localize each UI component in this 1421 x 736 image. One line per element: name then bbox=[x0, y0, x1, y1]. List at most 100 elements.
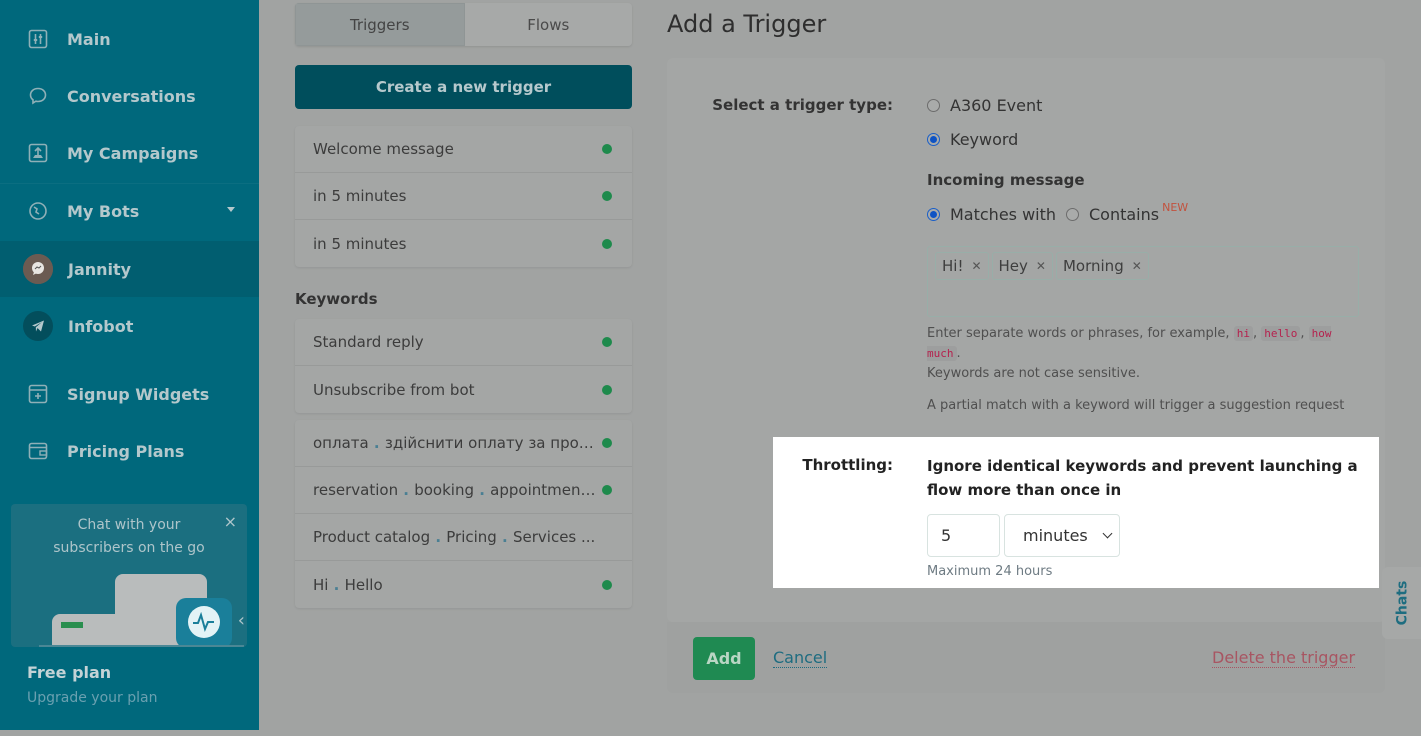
sidebar-item-my-campaigns[interactable]: My Campaigns bbox=[0, 125, 259, 181]
throttling-label: Throttling: bbox=[802, 456, 893, 474]
remove-tag-icon[interactable]: ✕ bbox=[971, 259, 981, 273]
sidebar-item-label: My Bots bbox=[67, 201, 140, 221]
example-code: hello bbox=[1261, 326, 1301, 341]
sidebar-item-main[interactable]: Main bbox=[0, 11, 259, 67]
list-item[interactable]: in 5 minutes bbox=[295, 173, 632, 220]
sidebar-item-pricing-plans[interactable]: Pricing Plans bbox=[0, 423, 259, 479]
radio-button[interactable] bbox=[927, 99, 940, 112]
chat-bubble-icon bbox=[27, 85, 49, 107]
tag-label: Hi! bbox=[942, 257, 964, 275]
promo-banner[interactable]: Chat with your subscribers on the go × ‹ bbox=[11, 504, 247, 647]
sidebar-item-conversations[interactable]: Conversations bbox=[0, 68, 259, 124]
list-item[interactable]: in 5 minutes bbox=[295, 220, 632, 267]
trigger-name: Standard reply bbox=[313, 333, 424, 351]
keyword: Product catalog bbox=[313, 528, 431, 546]
partial-match-hint: A partial match with a keyword will trig… bbox=[927, 398, 1345, 413]
close-icon[interactable]: × bbox=[224, 512, 237, 531]
plan-title: Free plan bbox=[27, 663, 112, 682]
phone-illustration bbox=[52, 614, 142, 647]
add-button[interactable]: Add bbox=[693, 637, 755, 680]
sidebar-item-signup-widgets[interactable]: Signup Widgets bbox=[0, 366, 259, 422]
create-trigger-button[interactable]: Create a new trigger bbox=[295, 65, 632, 109]
sidebar-item-label: Main bbox=[67, 29, 111, 49]
upgrade-plan-link[interactable]: Upgrade your plan bbox=[27, 690, 157, 706]
sidebar-item-label: Conversations bbox=[67, 86, 196, 106]
widget-icon bbox=[27, 383, 49, 405]
bots-icon bbox=[27, 200, 49, 222]
sidebar-item-infobot[interactable]: Infobot bbox=[0, 298, 259, 354]
list-item[interactable]: Unsubscribe from bot bbox=[295, 366, 632, 413]
trigger-name: in 5 minutes bbox=[313, 187, 407, 205]
chats-tab[interactable]: Chats bbox=[1382, 567, 1421, 639]
keyword-separator: . bbox=[368, 434, 385, 452]
radio-contains[interactable]: Contains NEW bbox=[1066, 201, 1188, 224]
radio-label: Keyword bbox=[950, 130, 1019, 149]
remove-tag-icon[interactable]: ✕ bbox=[1132, 259, 1142, 273]
keyword: booking bbox=[414, 481, 474, 499]
remove-tag-icon[interactable]: ✕ bbox=[1036, 259, 1046, 273]
select-value: minutes bbox=[1023, 526, 1088, 545]
tab-triggers[interactable]: Triggers bbox=[295, 3, 465, 46]
status-dot bbox=[602, 238, 612, 249]
list-item[interactable]: Standard reply bbox=[295, 319, 632, 366]
list-item[interactable]: Hi . Hello bbox=[295, 561, 632, 608]
keyword: Hello bbox=[344, 575, 383, 594]
app-logo-icon bbox=[176, 598, 232, 647]
throttling-hint: Maximum 24 hours bbox=[927, 564, 1053, 579]
keyword-tag: Hey ✕ bbox=[991, 252, 1053, 280]
list-item[interactable]: Product catalog . Pricing . Services ... bbox=[295, 514, 632, 561]
radio-button[interactable] bbox=[927, 133, 940, 146]
keyword-tags-input[interactable]: Hi! ✕ Hey ✕ Morning ✕ bbox=[927, 246, 1359, 317]
sidebar-item-label: Jannity bbox=[68, 259, 132, 279]
chats-tab-label: Chats bbox=[1394, 580, 1410, 626]
sidebar-item-jannity[interactable]: Jannity bbox=[0, 241, 259, 297]
keyword-separator: . bbox=[474, 481, 491, 499]
campaign-upload-icon bbox=[27, 142, 49, 164]
new-badge: NEW bbox=[1162, 201, 1189, 214]
chevron-down-icon[interactable] bbox=[227, 207, 235, 212]
trigger-keywords: оплата . здійснити оплату за прод... bbox=[313, 434, 596, 452]
keyword-tag: Hi! ✕ bbox=[935, 252, 989, 280]
trigger-name: Unsubscribe from bot bbox=[313, 380, 475, 399]
promo-text: Chat with your subscribers on the go bbox=[53, 517, 205, 556]
tab-flows[interactable]: Flows bbox=[464, 3, 632, 46]
status-dot bbox=[602, 144, 612, 154]
messenger-avatar-icon bbox=[23, 254, 53, 284]
radio-button[interactable] bbox=[927, 208, 940, 221]
tag-label: Morning bbox=[1062, 257, 1124, 275]
keyword-trigger-list: оплата . здійснити оплату за прод... rese… bbox=[295, 420, 632, 608]
sidebar: Main Conversations My Campaigns My Bots … bbox=[0, 0, 259, 730]
sidebar-item-label: Pricing Plans bbox=[67, 441, 185, 461]
cancel-link[interactable]: Cancel bbox=[773, 648, 828, 668]
trigger-keywords: reservation . booking . appointment... bbox=[313, 481, 596, 499]
sidebar-item-label: Signup Widgets bbox=[67, 384, 210, 404]
throttling-unit-select[interactable]: minutes bbox=[1004, 514, 1120, 557]
throttling-value-input[interactable]: 5 bbox=[927, 514, 1000, 557]
status-dot bbox=[602, 384, 612, 395]
list-item[interactable]: reservation . booking . appointment... bbox=[295, 467, 632, 514]
case-hint: Keywords are not case sensitive. bbox=[927, 366, 1140, 381]
status-dot bbox=[602, 337, 612, 347]
status-dot bbox=[602, 579, 612, 590]
trigger-name: in 5 minutes bbox=[313, 234, 407, 253]
delete-trigger-link[interactable]: Delete the trigger bbox=[1212, 648, 1356, 668]
radio-label: A360 Event bbox=[950, 96, 1043, 115]
page-title: Add a Trigger bbox=[667, 10, 827, 38]
illustration-detail bbox=[61, 622, 83, 628]
chevron-left-icon[interactable]: ‹ bbox=[238, 610, 245, 631]
radio-button[interactable] bbox=[1066, 208, 1079, 221]
keyword: Services ... bbox=[512, 528, 596, 546]
list-item[interactable]: оплата . здійснити оплату за прод... bbox=[295, 420, 632, 467]
keyword: здійснити оплату за прод... bbox=[384, 434, 596, 452]
tabs: Triggers Flows bbox=[295, 3, 632, 46]
keyword-default-list: Standard reply Unsubscribe from bot bbox=[295, 319, 632, 413]
trigger-keywords: Hi . Hello bbox=[313, 576, 596, 594]
radio-a360-event[interactable]: A360 Event bbox=[927, 96, 1042, 115]
sidebar-item-my-bots[interactable]: My Bots bbox=[0, 183, 259, 239]
radio-keyword[interactable]: Keyword bbox=[927, 130, 1018, 149]
chevron-down-icon bbox=[1102, 528, 1113, 539]
status-dot bbox=[602, 485, 612, 495]
list-item[interactable]: Welcome message bbox=[295, 126, 632, 173]
radio-matches-with[interactable]: Matches with bbox=[927, 205, 1056, 224]
trigger-keywords: Product catalog . Pricing . Services ... bbox=[313, 528, 596, 546]
